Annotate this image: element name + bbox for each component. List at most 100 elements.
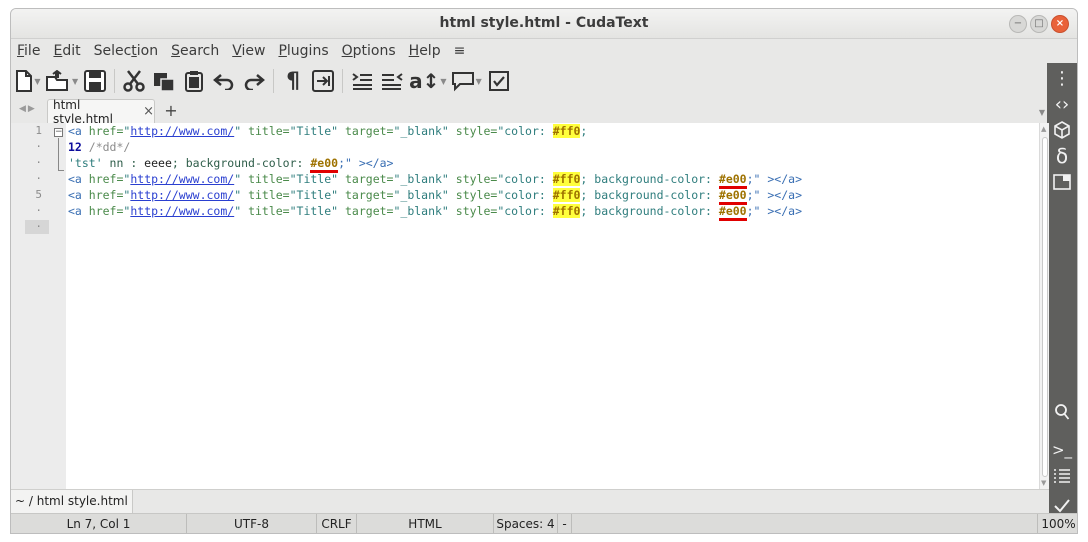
new-file-icon bbox=[15, 70, 33, 92]
tab-label: html style.html bbox=[53, 97, 113, 126]
status-zoom[interactable]: 100% bbox=[1037, 514, 1077, 533]
app-window: html style.html - CudaText − □ × File Ed… bbox=[10, 8, 1078, 534]
cut-icon bbox=[123, 70, 145, 92]
paste-button[interactable] bbox=[181, 67, 207, 95]
menu-plugins[interactable]: Plugins bbox=[278, 43, 328, 59]
add-tab-button[interactable]: + bbox=[161, 101, 181, 121]
cut-button[interactable] bbox=[121, 67, 147, 95]
change-case-icon: a↕ bbox=[409, 69, 440, 93]
menu-hamburger-icon[interactable]: ≡ bbox=[454, 43, 466, 59]
toolbar: ▼ ▼ ¶ a↕ ▼ ▼ bbox=[11, 63, 1049, 99]
color-swatch-yellow: #ff0 bbox=[552, 172, 581, 186]
tab-menu-chevron-down-icon[interactable]: ▼ bbox=[1039, 108, 1045, 117]
indent-icon bbox=[351, 71, 373, 91]
code-line: <a href="http://www.com/" title="Title" … bbox=[68, 124, 588, 138]
toolbar-separator bbox=[273, 69, 275, 93]
comment-button[interactable]: ▼ bbox=[451, 67, 482, 95]
scroll-down-arrow-icon[interactable]: ▼ bbox=[1041, 479, 1046, 487]
status-indent[interactable]: Spaces: 4 bbox=[494, 514, 558, 533]
line-number: · bbox=[35, 220, 42, 233]
indent-mark-button[interactable] bbox=[310, 67, 336, 95]
pilcrow-icon: ¶ bbox=[286, 68, 301, 94]
menu-help[interactable]: Help bbox=[409, 43, 441, 59]
comment-icon bbox=[451, 70, 475, 92]
paste-icon bbox=[184, 70, 204, 92]
scroll-up-arrow-icon[interactable]: ▲ bbox=[1041, 125, 1046, 133]
toolbar-separator bbox=[114, 69, 116, 93]
panel-icon[interactable] bbox=[1047, 169, 1077, 195]
new-file-button[interactable]: ▼ bbox=[15, 67, 41, 95]
status-line-ending[interactable]: CRLF bbox=[317, 514, 357, 533]
menu-options[interactable]: Options bbox=[342, 43, 396, 59]
line-number: · bbox=[35, 140, 42, 153]
line-number: · bbox=[35, 156, 42, 169]
close-window-button[interactable]: × bbox=[1051, 15, 1069, 33]
right-sidebar: ⋮ ‹› δ >_ bbox=[1047, 63, 1077, 533]
color-swatch-yellow: #ff0 bbox=[552, 188, 581, 202]
chevron-down-icon: ▼ bbox=[34, 76, 41, 86]
menu-selection[interactable]: Selection bbox=[94, 43, 159, 59]
undo-button[interactable] bbox=[211, 67, 237, 95]
chevron-down-icon: ▼ bbox=[72, 76, 79, 86]
console-icon[interactable]: >_ bbox=[1047, 437, 1077, 463]
redo-button[interactable] bbox=[241, 67, 267, 95]
unindent-button[interactable] bbox=[379, 67, 405, 95]
search-icon[interactable] bbox=[1047, 399, 1077, 425]
tab-nav-arrows-icon[interactable]: ◀▶ bbox=[19, 104, 37, 114]
menu-view[interactable]: View bbox=[232, 43, 265, 59]
code-line: 12 /*dd*/ bbox=[68, 140, 131, 154]
code-text: <a href="http://www.com/" title="Title" … bbox=[68, 123, 802, 319]
copy-icon bbox=[153, 70, 175, 92]
path-bar: ~ / html style.html bbox=[11, 489, 1049, 513]
title-bar: html style.html - CudaText − □ × bbox=[11, 9, 1077, 39]
minimize-button[interactable]: − bbox=[1009, 15, 1027, 33]
code-line: <a href="http://www.com/" title="Title" … bbox=[68, 203, 802, 221]
package-icon[interactable] bbox=[1047, 117, 1077, 143]
code-line: 'tst' nn : eeee; background-color: #e00;… bbox=[68, 155, 393, 173]
vertical-scrollbar[interactable]: ▲ ▼ bbox=[1039, 123, 1049, 489]
chevron-down-icon: ▼ bbox=[475, 76, 482, 86]
status-bar: Ln 7, Col 1 UTF-8 CRLF HTML Spaces: 4 - … bbox=[11, 513, 1077, 533]
code-editor[interactable]: 1 · · · 5 · · − <a href="http://www.com/… bbox=[11, 123, 1049, 489]
check-syntax-button[interactable] bbox=[486, 67, 512, 95]
fold-toggle-icon[interactable]: − bbox=[54, 128, 63, 137]
tab-close-icon[interactable]: × bbox=[143, 104, 154, 119]
status-extra: - bbox=[558, 514, 572, 533]
menu-bar: File Edit Selection Search View Plugins … bbox=[11, 39, 1077, 63]
code-tree-icon[interactable]: ‹› bbox=[1047, 91, 1077, 117]
scrollbar-thumb[interactable] bbox=[1042, 137, 1048, 477]
open-file-button[interactable]: ▼ bbox=[45, 67, 78, 95]
code-line: <a href="http://www.com/" title="Title" … bbox=[68, 187, 802, 205]
file-path-tab[interactable]: ~ / html style.html bbox=[11, 490, 133, 513]
tab-html-style[interactable]: html style.html × bbox=[47, 97, 155, 126]
line-number: · bbox=[35, 172, 42, 185]
line-number: 1 bbox=[35, 124, 42, 137]
color-swatch-red: #e00 bbox=[718, 204, 747, 221]
save-icon bbox=[84, 70, 107, 92]
window-title: html style.html - CudaText bbox=[439, 15, 649, 31]
open-file-icon bbox=[45, 70, 71, 92]
maximize-button[interactable]: □ bbox=[1030, 15, 1048, 33]
copy-button[interactable] bbox=[151, 67, 177, 95]
indent-mark-icon bbox=[312, 70, 335, 92]
show-unprinted-button[interactable]: ¶ bbox=[280, 67, 306, 95]
toolbar-separator bbox=[342, 69, 344, 93]
menu-search[interactable]: Search bbox=[171, 43, 219, 59]
color-swatch-yellow: #ff0 bbox=[552, 124, 581, 138]
menu-file[interactable]: File bbox=[17, 43, 40, 59]
change-case-button[interactable]: a↕ ▼ bbox=[409, 67, 446, 95]
menu-edit[interactable]: Edit bbox=[53, 43, 80, 59]
status-lexer[interactable]: HTML bbox=[357, 514, 494, 533]
unindent-icon bbox=[381, 71, 403, 91]
more-vert-icon[interactable]: ⋮ bbox=[1047, 65, 1077, 91]
line-number: · bbox=[35, 204, 42, 217]
list-icon[interactable] bbox=[1047, 463, 1077, 489]
delta-icon[interactable]: δ bbox=[1047, 143, 1077, 169]
status-caret-position[interactable]: Ln 7, Col 1 bbox=[11, 514, 187, 533]
fold-guide bbox=[58, 138, 59, 170]
save-button[interactable] bbox=[82, 67, 108, 95]
status-encoding[interactable]: UTF-8 bbox=[187, 514, 317, 533]
chevron-down-icon: ▼ bbox=[440, 76, 447, 86]
tab-bar: ◀▶ html style.html × + ▼ bbox=[11, 97, 1049, 126]
indent-button[interactable] bbox=[349, 67, 375, 95]
